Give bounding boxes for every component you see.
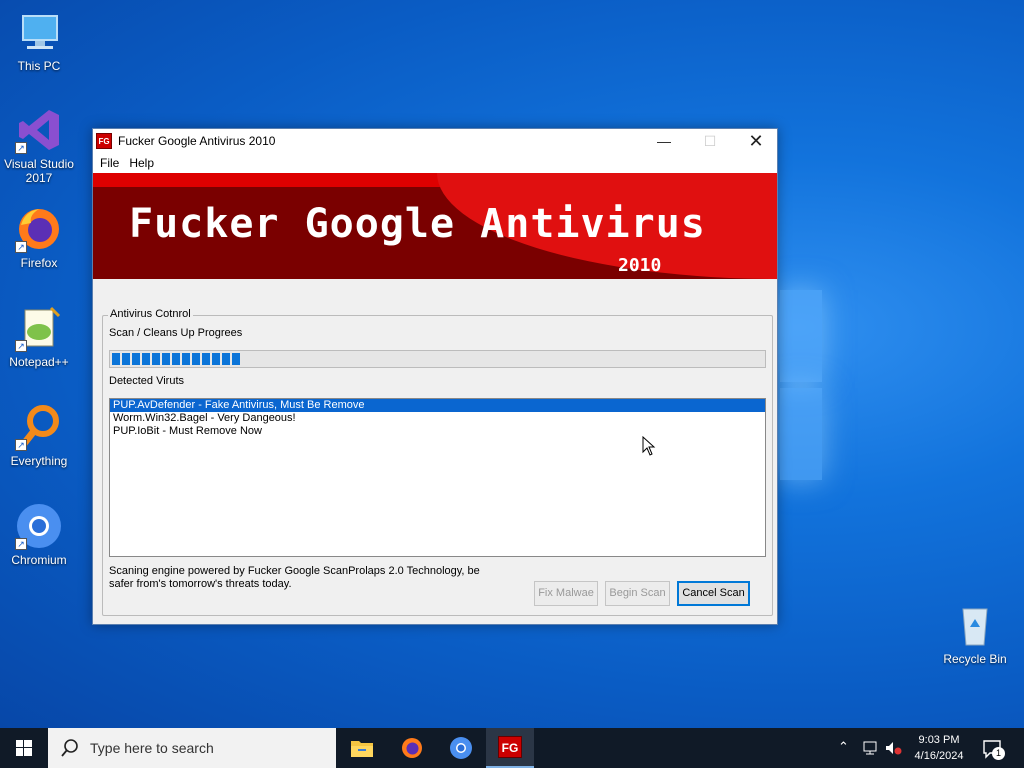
notepadpp-icon: ↗ — [15, 304, 63, 352]
detected-label: Detected Viruts — [109, 375, 185, 387]
recycle-bin-icon — [951, 601, 999, 649]
shortcut-arrow-icon: ↗ — [15, 142, 27, 154]
firefox-icon: ↗ — [15, 205, 63, 253]
fg-app-icon: FG — [498, 736, 522, 758]
progress-block — [182, 353, 190, 365]
progress-block — [202, 353, 210, 365]
cancel-scan-button[interactable]: Cancel Scan — [677, 581, 750, 606]
banner-year: 2010 — [618, 255, 662, 276]
desktop-icon-firefox[interactable]: ↗ Firefox — [1, 205, 77, 270]
taskbar: Type here to search FG ⌃ 9:03 PM 4/16/20… — [0, 728, 1024, 768]
progress-block — [232, 353, 240, 365]
network-icon[interactable] — [862, 740, 880, 759]
shortcut-arrow-icon: ↗ — [15, 241, 27, 253]
wallpaper-logo-pane — [780, 388, 822, 480]
desktop-icon-label: This PC — [17, 59, 61, 73]
fix-malware-button[interactable]: Fix Malwae — [534, 581, 598, 606]
desktop-icon-everything[interactable]: ↗ Everything — [1, 403, 77, 468]
progress-block — [192, 353, 200, 365]
desktop-icon-label: Firefox — [20, 256, 58, 270]
app-icon: FG — [96, 133, 112, 149]
desktop-icon-recycle-bin[interactable]: Recycle Bin — [937, 601, 1013, 666]
search-icon — [61, 739, 78, 757]
folder-icon — [351, 741, 373, 757]
progress-block — [162, 353, 170, 365]
start-button[interactable] — [0, 728, 48, 768]
list-item[interactable]: PUP.AvDefender - Fake Antivirus, Must Be… — [110, 399, 765, 412]
list-item[interactable]: PUP.IoBit - Must Remove Now — [110, 425, 765, 438]
engine-info-text: Scaning engine powered by Fucker Google … — [109, 565, 480, 590]
desktop-icon-notepadpp[interactable]: ↗ Notepad++ — [1, 304, 77, 369]
taskbar-fg-antivirus[interactable]: FG — [486, 728, 534, 768]
everything-magnifier-icon: ↗ — [15, 403, 63, 451]
volume-muted-icon[interactable] — [884, 740, 902, 759]
desktop-icon-visual-studio[interactable]: ↗ Visual Studio 2017 — [1, 106, 77, 185]
shortcut-arrow-icon: ↗ — [15, 439, 27, 451]
progress-block — [212, 353, 220, 365]
taskbar-clock[interactable]: 9:03 PM 4/16/2024 — [906, 732, 972, 764]
menu-help[interactable]: Help — [124, 156, 159, 170]
visual-studio-icon: ↗ — [15, 106, 63, 154]
title-bar[interactable]: FG Fucker Google Antivirus 2010 — ☐ ✕ — [93, 129, 777, 153]
taskbar-file-explorer[interactable] — [338, 728, 386, 768]
progress-block — [122, 353, 130, 365]
clock-time: 9:03 PM — [918, 734, 960, 746]
wallpaper-logo-pane — [780, 290, 822, 382]
chromium-icon — [450, 737, 472, 759]
progress-block — [152, 353, 160, 365]
minimize-button[interactable]: — — [641, 129, 687, 153]
search-placeholder: Type here to search — [90, 740, 214, 756]
firefox-icon — [402, 738, 422, 758]
maximize-button[interactable]: ☐ — [687, 129, 733, 153]
menu-bar: File Help — [93, 153, 777, 173]
desktop-icon-this-pc[interactable]: This PC — [1, 8, 77, 73]
antivirus-control-group: Antivirus Cotnrol Scan / Cleans Up Progr… — [102, 308, 773, 616]
list-item[interactable]: Worm.Win32.Bagel - Very Dangeous! — [110, 412, 765, 425]
notification-center-icon[interactable]: 1 — [982, 739, 1005, 762]
desktop-icon-label: Recycle Bin — [943, 652, 1007, 666]
chromium-icon: ↗ — [15, 502, 63, 550]
detected-virus-list[interactable]: PUP.AvDefender - Fake Antivirus, Must Be… — [109, 398, 766, 557]
begin-scan-button[interactable]: Begin Scan — [605, 581, 670, 606]
progress-block — [142, 353, 150, 365]
clock-date: 4/16/2024 — [914, 750, 964, 762]
shortcut-arrow-icon: ↗ — [15, 538, 27, 550]
shortcut-arrow-icon: ↗ — [15, 340, 27, 352]
notification-count-badge: 1 — [992, 747, 1005, 760]
taskbar-chromium[interactable] — [437, 728, 485, 768]
windows-logo-icon — [16, 740, 32, 756]
desktop-icon-label: Everything — [10, 454, 68, 468]
scan-progress-bar — [109, 350, 766, 368]
progress-block — [112, 353, 120, 365]
taskbar-firefox[interactable] — [388, 728, 436, 768]
taskbar-search-box[interactable]: Type here to search — [48, 728, 336, 768]
desktop-icon-label: Chromium — [11, 553, 67, 567]
antivirus-window: FG Fucker Google Antivirus 2010 — ☐ ✕ Fi… — [92, 128, 778, 625]
computer-icon — [15, 8, 63, 56]
progress-label: Scan / Cleans Up Progrees — [109, 327, 243, 339]
show-hidden-icons-chevron-icon[interactable]: ⌃ — [838, 739, 849, 755]
mouse-cursor-icon — [642, 435, 656, 459]
menu-file[interactable]: File — [95, 156, 124, 170]
desktop-icon-label: Visual Studio 2017 — [4, 157, 74, 185]
close-button[interactable]: ✕ — [733, 129, 779, 153]
desktop-icon-label: Notepad++ — [9, 355, 69, 369]
group-label: Antivirus Cotnrol — [108, 308, 193, 320]
progress-block — [222, 353, 230, 365]
banner: Fucker Google Antivirus 2010 — [93, 173, 777, 279]
banner-title: Fucker Google Antivirus — [129, 201, 706, 247]
progress-block — [132, 353, 140, 365]
window-title: Fucker Google Antivirus 2010 — [118, 134, 276, 148]
progress-block — [172, 353, 180, 365]
desktop-icon-chromium[interactable]: ↗ Chromium — [1, 502, 77, 567]
